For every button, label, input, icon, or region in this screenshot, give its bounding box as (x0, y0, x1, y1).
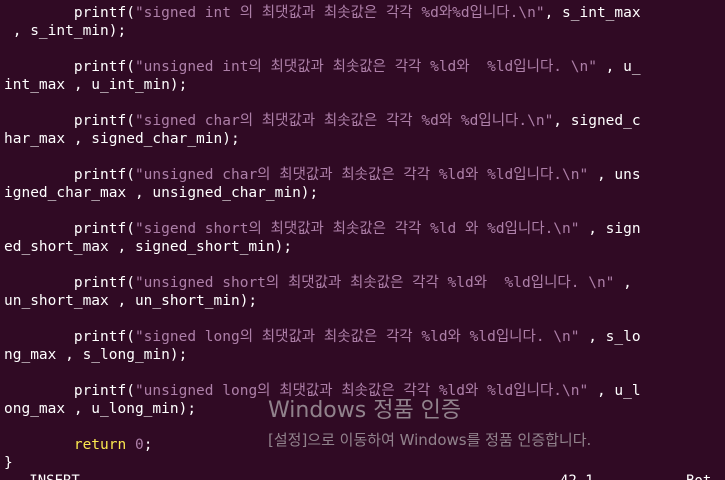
code-text: printf( (4, 329, 135, 345)
code-line: un_short_max , un_short_min); (4, 292, 725, 310)
code-line: , s_int_min); (4, 22, 725, 40)
code-text: un_short_max , un_short_min); (4, 293, 258, 309)
code-text: , sign (579, 221, 641, 237)
code-text: printf( (4, 59, 135, 75)
string-literal: "unsigned char의 최댓값과 최솟값은 각각 %ld와 %ld입니다… (134, 167, 589, 183)
code-line: printf("signed char의 최댓값과 최솟값은 각각 %d와 %d… (4, 112, 725, 130)
code-line: printf("sigend short의 최댓값과 최솟값은 각각 %ld 와… (4, 220, 725, 238)
code-line: ong_max , u_long_min); (4, 400, 725, 418)
keyword: return (73, 437, 127, 453)
code-line: ng_max , s_long_min); (4, 346, 725, 364)
code-line: } (4, 454, 725, 472)
scroll-indicator: Bot (686, 472, 711, 480)
code-text: printf( (4, 383, 135, 399)
code-text: har_max , signed_char_min); (4, 131, 240, 147)
code-line: return 0; (4, 436, 725, 454)
code-text: igned_char_max , unsigned_char_min); (4, 185, 319, 201)
code-text: printf( (4, 167, 135, 183)
code-text: int_max , u_int_min); (4, 77, 188, 93)
string-literal: "sigend short의 최댓값과 최솟값은 각각 %ld 와 %d입니다.… (134, 221, 580, 237)
code-text: , s_lo (579, 329, 641, 345)
string-literal: "signed int 의 최댓값과 최솟값은 각각 %d와%d입니다.\n" (134, 5, 545, 21)
string-literal: "signed long의 최댓값과 최솟값은 각각 %ld와 %ld입니다. … (134, 329, 580, 345)
code-text: } (4, 455, 13, 471)
code-text: ong_max , u_long_min); (4, 401, 197, 417)
code-text: printf( (4, 221, 135, 237)
code-line: igned_char_max , unsigned_char_min); (4, 184, 725, 202)
code-text: printf( (4, 275, 135, 291)
code-text: , (614, 275, 632, 291)
code-text: , u_l (588, 383, 641, 399)
code-line: printf("signed long의 최댓값과 최솟값은 각각 %ld와 %… (4, 328, 725, 346)
code-line: printf("signed int 의 최댓값과 최솟값은 각각 %d와%d입… (4, 4, 725, 22)
string-literal: "unsigned short의 최댓값과 최솟값은 각각 %ld와 %ld입니… (134, 275, 615, 291)
code-line: har_max , signed_char_min); (4, 130, 725, 148)
number-literal: 0 (134, 437, 144, 453)
string-literal: "unsigned long의 최댓값과 최솟값은 각각 %ld와 %ld입니다… (134, 383, 589, 399)
string-literal: "signed char의 최댓값과 최솟값은 각각 %d와 %d입니다.\n" (134, 113, 554, 129)
mode-indicator: -- INSERT -- (4, 472, 105, 480)
code-text: , u_ (596, 59, 641, 75)
code-text: , s_int_max (544, 5, 641, 21)
code-line: printf("unsigned long의 최댓값과 최솟값은 각각 %ld와… (4, 382, 725, 400)
code-line: printf("unsigned char의 최댓값과 최솟값은 각각 %ld와… (4, 166, 725, 184)
code-text: printf( (4, 113, 135, 129)
code-line: int_max , u_int_min); (4, 76, 725, 94)
code-text: ed_short_max , signed_short_min); (4, 239, 293, 255)
code-text: ; (143, 437, 153, 453)
terminal-window[interactable]: printf("signed int 의 최댓값과 최솟값은 각각 %d와%d입… (0, 0, 725, 480)
code-text: ng_max , s_long_min); (4, 347, 188, 363)
code-editor[interactable]: printf("signed int 의 최댓값과 최솟값은 각각 %d와%d입… (4, 4, 725, 472)
code-line: printf("unsigned short의 최댓값과 최솟값은 각각 %ld… (4, 274, 725, 292)
vim-status-bar: -- INSERT -- 42,1 Bot (0, 472, 725, 480)
code-line: ed_short_max , signed_short_min); (4, 238, 725, 256)
code-text: , s_int_min); (4, 23, 127, 39)
code-line: printf("unsigned int의 최댓값과 최솟값은 각각 %ld와 … (4, 58, 725, 76)
code-text: , signed_c (553, 113, 641, 129)
string-literal: "unsigned int의 최댓값과 최솟값은 각각 %ld와 %ld입니다.… (134, 59, 597, 75)
code-text: , uns (588, 167, 641, 183)
cursor-position: 42,1 (560, 472, 594, 480)
code-text: printf( (4, 5, 135, 21)
